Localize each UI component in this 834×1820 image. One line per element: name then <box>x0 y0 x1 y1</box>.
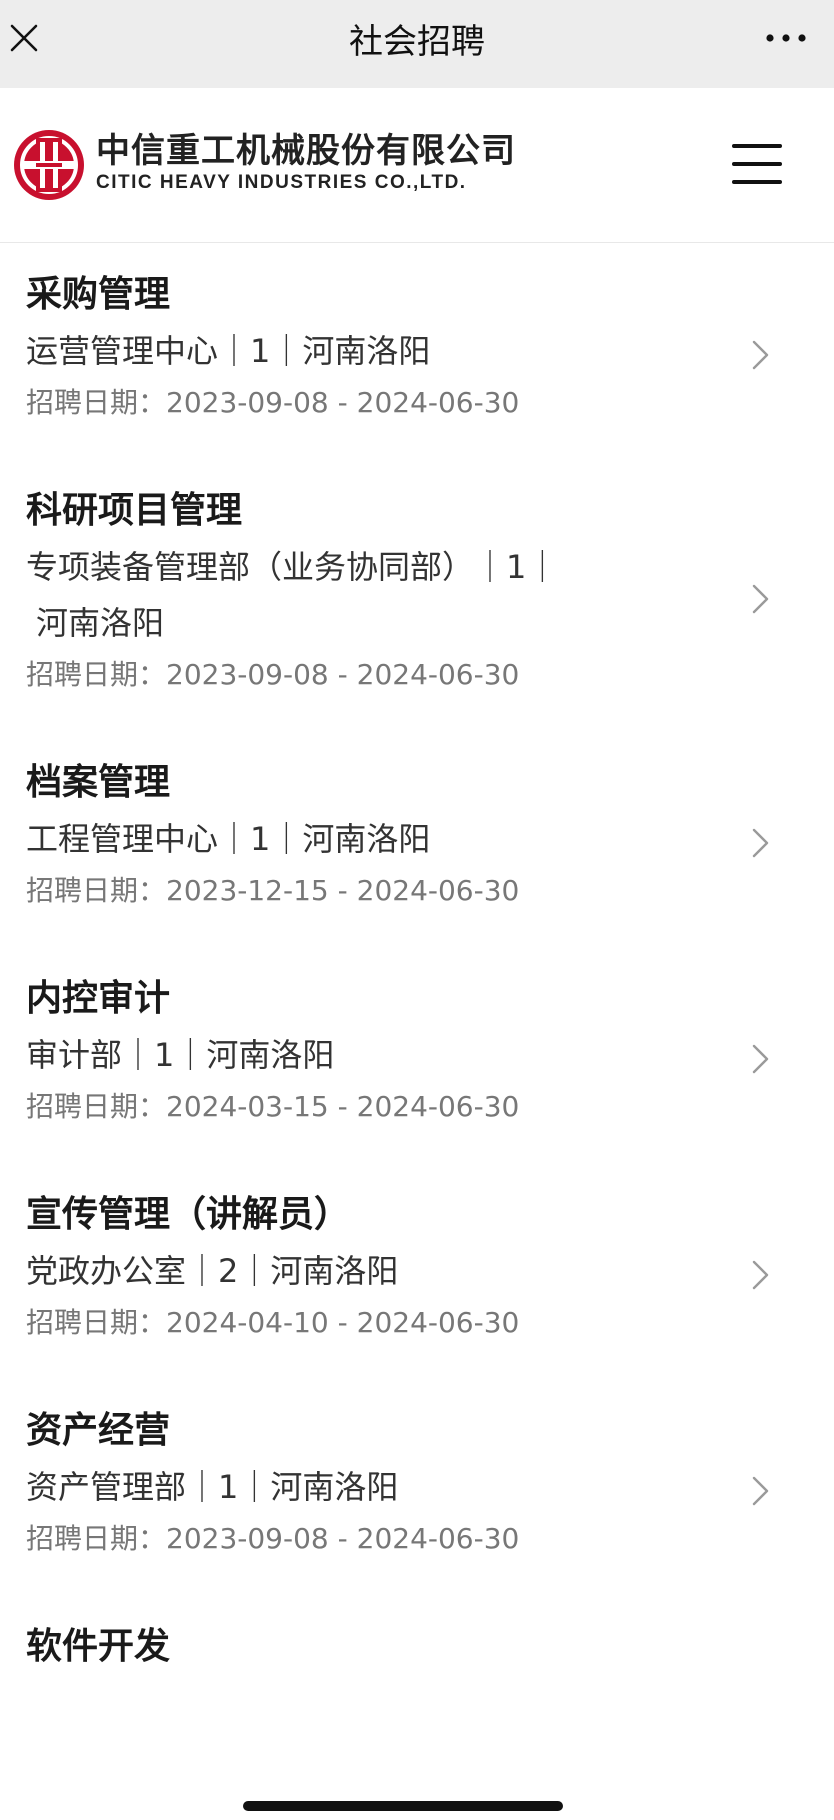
chevron-right-icon <box>752 1476 769 1506</box>
job-meta: 党政办公室｜2｜河南洛阳 <box>26 1243 606 1299</box>
job-meta-line: 河南洛阳 <box>36 604 165 642</box>
job-list-item[interactable]: 软件开发 <box>0 1595 834 1669</box>
company-header: 中信重工机械股份有限公司 CITIC HEAVY INDUSTRIES CO.,… <box>0 88 834 243</box>
chevron-right-icon <box>752 584 769 614</box>
job-list-item[interactable]: 宣传管理（讲解员） 党政办公室｜2｜河南洛阳招聘日期：2024-04-10 - 2… <box>0 1163 834 1379</box>
chevron-right-icon <box>752 1260 769 1290</box>
job-list-item[interactable]: 档案管理工程管理中心｜1｜河南洛阳招聘日期：2023-12-15 - 2024-… <box>0 731 834 947</box>
job-title: 科研项目管理 <box>26 490 243 531</box>
job-date: 招聘日期：2024-03-15 - 2024-06-30 <box>26 1090 520 1123</box>
job-date: 招聘日期：2024-04-10 - 2024-06-30 <box>26 1306 520 1339</box>
job-title: 档案管理 <box>26 762 171 803</box>
bottom-fade <box>0 1760 834 1820</box>
job-meta: 运营管理中心｜1｜河南洛阳 <box>26 323 606 379</box>
job-meta-line: 运营管理中心｜1｜河南洛阳 <box>26 332 431 370</box>
job-meta: 工程管理中心｜1｜河南洛阳 <box>26 811 606 867</box>
chevron-right-icon <box>752 828 769 858</box>
chevron-right-icon <box>752 340 769 370</box>
job-meta-line: 专项装备管理部（业务协同部）｜1｜ <box>26 548 559 586</box>
citic-logo-icon <box>14 130 84 200</box>
company-name-en: CITIC HEAVY INDUSTRIES CO.,LTD. <box>96 172 467 193</box>
company-name-cn: 中信重工机械股份有限公司 <box>96 131 516 171</box>
job-meta-line: 审计部｜1｜河南洛阳 <box>26 1036 335 1074</box>
job-date: 招聘日期：2023-09-08 - 2024-06-30 <box>26 386 520 419</box>
job-title: 采购管理 <box>26 274 171 315</box>
job-list-item[interactable]: 采购管理运营管理中心｜1｜河南洛阳招聘日期：2023-09-08 - 2024-… <box>0 243 834 459</box>
menu-button[interactable] <box>732 144 782 188</box>
top-nav-bar: 社会招聘 <box>0 0 834 88</box>
chevron-right-icon <box>752 1044 769 1074</box>
job-meta: 资产管理部｜1｜河南洛阳 <box>26 1459 606 1515</box>
job-meta: 审计部｜1｜河南洛阳 <box>26 1027 606 1083</box>
job-list: 采购管理运营管理中心｜1｜河南洛阳招聘日期：2023-09-08 - 2024-… <box>0 243 834 1669</box>
job-date: 招聘日期：2023-12-15 - 2024-06-30 <box>26 874 520 907</box>
job-meta: 专项装备管理部（业务协同部）｜1｜ 河南洛阳 <box>26 539 606 651</box>
page-title: 社会招聘 <box>349 21 485 62</box>
job-list-item[interactable]: 科研项目管理专项装备管理部（业务协同部）｜1｜ 河南洛阳招聘日期：2023-09-… <box>0 459 834 731</box>
job-date: 招聘日期：2023-09-08 - 2024-06-30 <box>26 1522 520 1555</box>
job-title: 内控审计 <box>26 978 171 1019</box>
job-meta-line: 资产管理部｜1｜河南洛阳 <box>26 1468 399 1506</box>
more-icon <box>766 34 806 42</box>
hamburger-menu-icon <box>732 144 782 184</box>
job-title: 宣传管理（讲解员） <box>26 1194 351 1235</box>
job-title: 资产经营 <box>26 1410 171 1451</box>
more-button[interactable] <box>758 16 814 60</box>
home-indicator <box>243 1801 563 1811</box>
job-meta-line: 工程管理中心｜1｜河南洛阳 <box>26 820 431 858</box>
job-date: 招聘日期：2023-09-08 - 2024-06-30 <box>26 658 520 691</box>
job-list-item[interactable]: 内控审计审计部｜1｜河南洛阳招聘日期：2024-03-15 - 2024-06-… <box>0 947 834 1163</box>
job-title: 软件开发 <box>26 1626 171 1667</box>
company-logo-text: 中信重工机械股份有限公司 CITIC HEAVY INDUSTRIES CO.,… <box>96 132 516 194</box>
job-list-item[interactable]: 资产经营资产管理部｜1｜河南洛阳招聘日期：2023-09-08 - 2024-0… <box>0 1379 834 1595</box>
job-meta-line: 党政办公室｜2｜河南洛阳 <box>26 1252 399 1290</box>
